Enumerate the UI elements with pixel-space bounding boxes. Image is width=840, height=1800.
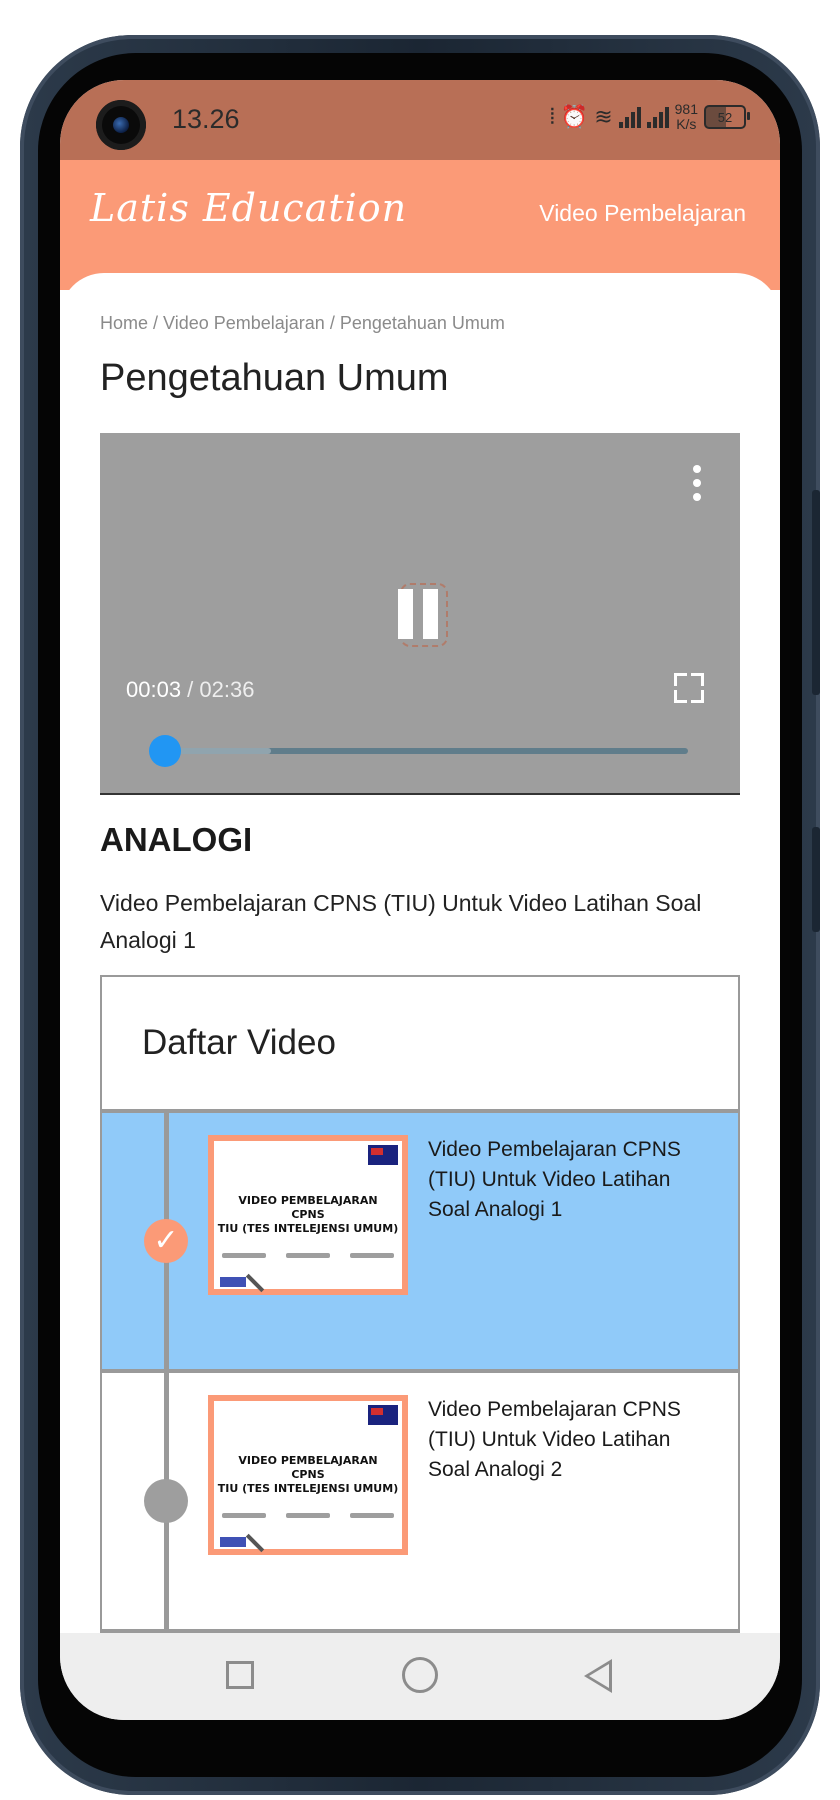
net-speed-value: 981 [674,101,698,117]
app-header: Latis Education Video Pembelajaran [60,160,780,290]
duration: 02:36 [199,677,255,702]
signal-icon [618,106,641,128]
thumbnail-bar [220,1537,246,1547]
system-nav-bar [60,1633,780,1720]
pause-icon[interactable] [398,589,444,639]
progress-bar[interactable] [148,735,688,767]
status-bar: 13.26 ⦙ ⏰ ≋ 981 K/s 52 [60,80,780,160]
vibrate-icon: ⦙ [549,104,555,129]
signal-icon-2 [646,106,669,128]
video-title[interactable]: Video Pembelajaran CPNS (TIU) Untuk Vide… [428,1135,718,1225]
video-item-1[interactable]: ✓ VIDEO PEMBELAJARAN CPNS TIU (TES INTEL… [102,1113,738,1373]
home-icon[interactable] [402,1657,438,1693]
thumbnail-line-3: TIU (TES INTELEJENSI UMUM) [217,1482,399,1495]
fullscreen-icon[interactable] [674,673,704,703]
breadcrumb-current: Pengetahuan Umum [339,313,505,333]
flag-icon [368,1145,398,1165]
thumbnail-line-2: CPNS [291,1468,325,1481]
thumbnail-bar [220,1277,246,1287]
pending-dot-icon [144,1479,188,1523]
power-button [812,827,820,932]
breadcrumb: Home / Video Pembelajaran / Pengetahuan … [100,313,505,334]
thumbnail-content: VIDEO PEMBELAJARAN CPNS TIU (TES INTELEJ… [214,1141,402,1293]
video-description: Video Pembelajaran CPNS (TIU) Untuk Vide… [100,890,702,953]
thumbnail-content: VIDEO PEMBELAJARAN CPNS TIU (TES INTELEJ… [214,1401,402,1553]
thumbnail-line-2: CPNS [291,1208,325,1221]
time-separator: / [181,677,200,702]
wifi-icon: ≋ [594,104,613,129]
page-title: Pengetahuan Umum [100,357,449,399]
breadcrumb-separator: / [148,313,164,333]
breadcrumb-video-pembelajaran[interactable]: Video Pembelajaran [163,313,325,333]
section-heading: ANALOGI [100,821,253,858]
thumbnail-footer [222,1253,394,1259]
main-content: Home / Video Pembelajaran / Pengetahuan … [60,273,780,1633]
net-speed-unit: K/s [676,116,697,132]
pen-icon [245,1533,265,1553]
net-speed: 981 K/s [675,102,698,132]
breadcrumb-home[interactable]: Home [100,313,148,333]
front-camera [96,100,146,150]
time-display: 00:03 / 02:36 [126,677,254,703]
check-icon: ✓ [144,1219,188,1263]
battery-level: 52 [717,109,733,125]
volume-button [812,490,820,695]
pen-icon [245,1273,265,1293]
video-thumbnail[interactable]: VIDEO PEMBELAJARAN CPNS TIU (TES INTELEJ… [208,1135,408,1295]
brand-logo[interactable]: Latis Education [90,186,407,230]
more-vertical-icon[interactable] [692,465,702,501]
video-player[interactable]: 00:03 / 02:36 [100,433,740,795]
video-thumbnail[interactable]: VIDEO PEMBELAJARAN CPNS TIU (TES INTELEJ… [208,1395,408,1555]
screen: 13.26 ⦙ ⏰ ≋ 981 K/s 52 Latis Education V… [60,80,780,1720]
recent-apps-icon[interactable] [226,1661,254,1689]
current-time: 00:03 [126,677,182,702]
nav-video-pembelajaran[interactable]: Video Pembelajaran [539,200,746,227]
thumbnail-line-3: TIU (TES INTELEJENSI UMUM) [217,1222,399,1235]
thumbnail-footer [222,1513,394,1519]
status-icons: ⦙ ⏰ ≋ 981 K/s 52 [549,102,750,132]
flag-icon [368,1405,398,1425]
thumbnail-line-1: VIDEO PEMBELAJARAN [238,1194,378,1207]
breadcrumb-separator: / [324,313,340,333]
thumbnail-line-1: VIDEO PEMBELAJARAN [238,1454,378,1467]
status-time: 13.26 [172,104,240,134]
alarm-icon: ⏰ [560,104,589,129]
battery-icon: 52 [704,105,750,129]
progress-thumb[interactable] [148,735,181,767]
back-icon[interactable] [584,1659,612,1693]
video-list: Daftar Video ✓ VIDEO PEMBELAJARAN CPNS T… [100,975,740,1633]
video-list-title: Daftar Video [102,977,738,1113]
video-item-2[interactable]: VIDEO PEMBELAJARAN CPNS TIU (TES INTELEJ… [102,1373,738,1633]
video-title[interactable]: Video Pembelajaran CPNS (TIU) Untuk Vide… [428,1395,718,1485]
